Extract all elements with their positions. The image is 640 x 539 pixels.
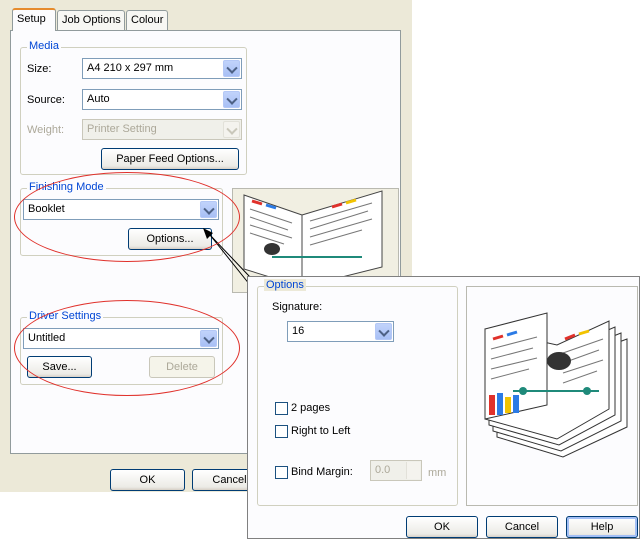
options-help-button[interactable]: Help	[566, 516, 638, 538]
tab-colour[interactable]: Colour	[126, 10, 168, 30]
chevron-down-icon	[223, 121, 240, 138]
booklet-stack-preview-image	[484, 312, 628, 458]
media-group-title: Media	[27, 40, 61, 52]
two-pages-label: 2 pages	[291, 402, 331, 414]
right-to-left-label: Right to Left	[291, 425, 351, 437]
options-ok-button[interactable]: OK	[406, 516, 478, 538]
options-preview-frame	[466, 286, 638, 506]
weight-label: Weight:	[27, 124, 65, 136]
source-select[interactable]: Auto	[82, 89, 242, 110]
chevron-down-icon	[375, 323, 392, 340]
ok-button[interactable]: OK	[110, 469, 185, 491]
finishing-mode-title: Finishing Mode	[27, 181, 106, 193]
save-button[interactable]: Save...	[27, 356, 92, 378]
tab-job-options[interactable]: Job Options	[57, 10, 125, 30]
tab-setup[interactable]: Setup	[12, 8, 56, 31]
driver-settings-group: Driver Settings Untitled Save... Delete	[20, 310, 223, 385]
chevron-down-icon	[223, 91, 240, 108]
booklet-options-dialog: Options Signature: 16 2 pages Right to L…	[247, 276, 640, 539]
right-to-left-checkbox[interactable]	[275, 425, 288, 438]
delete-button: Delete	[149, 356, 215, 378]
signature-select[interactable]: 16	[287, 321, 394, 342]
driver-settings-select[interactable]: Untitled	[23, 328, 219, 349]
chevron-down-icon	[200, 201, 217, 218]
signature-label: Signature:	[272, 301, 323, 313]
source-label: Source:	[27, 94, 65, 106]
bind-margin-label: Bind Margin:	[291, 466, 353, 478]
bind-margin-stepper: 0.0	[370, 460, 422, 481]
size-label: Size:	[27, 63, 52, 75]
media-group: Media Size: A4 210 x 297 mm Source: Auto…	[20, 40, 247, 175]
chevron-down-icon	[223, 60, 240, 77]
chevron-down-icon	[200, 330, 217, 347]
stepper-arrows-icon	[406, 462, 420, 479]
options-group: Options Signature: 16 2 pages Right to L…	[257, 279, 458, 506]
size-select[interactable]: A4 210 x 297 mm	[82, 58, 242, 79]
options-cancel-button[interactable]: Cancel	[486, 516, 558, 538]
finishing-mode-select[interactable]: Booklet	[23, 199, 219, 220]
paper-feed-options-button[interactable]: Paper Feed Options...	[101, 148, 239, 170]
options-group-title: Options	[264, 279, 306, 291]
bind-margin-unit: mm	[428, 467, 447, 479]
finishing-mode-group: Finishing Mode Booklet Options...	[20, 181, 223, 256]
two-pages-checkbox[interactable]	[275, 402, 288, 415]
driver-settings-title: Driver Settings	[27, 310, 104, 322]
bind-margin-checkbox[interactable]	[275, 466, 288, 479]
weight-select: Printer Setting	[82, 119, 242, 140]
